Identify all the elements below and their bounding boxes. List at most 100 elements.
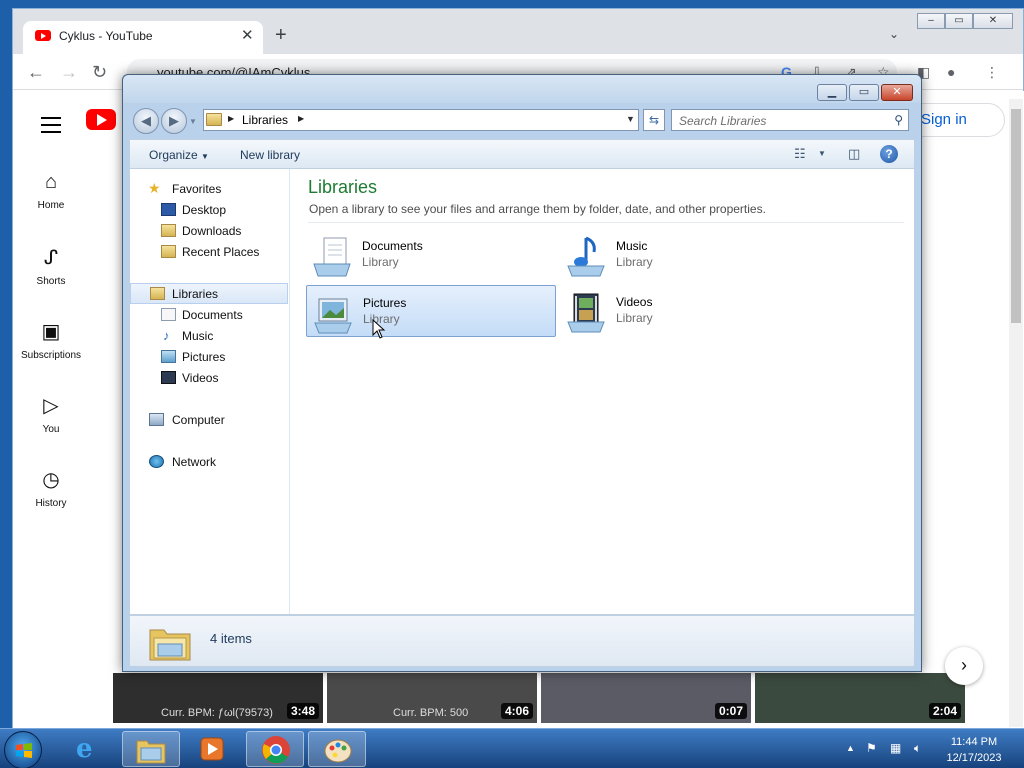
libraries-folder-icon: [206, 113, 222, 126]
explorer-close-button[interactable]: ✕: [881, 84, 913, 101]
media-player-icon: [200, 737, 224, 761]
back-icon[interactable]: ◀: [133, 108, 159, 134]
show-hidden-icons-icon[interactable]: ▲: [846, 743, 855, 753]
nav-item-favorites[interactable]: ★ Favorites: [130, 179, 288, 200]
video-thumbnail[interactable]: Curr. BPM: ƒωl(79573) 3:48: [113, 673, 323, 723]
video-duration: 0:07: [714, 703, 747, 719]
sidebar-item-you[interactable]: ▷ You: [13, 393, 89, 435]
sidebar-item-subscriptions[interactable]: ▣ Subscriptions: [13, 319, 89, 361]
explorer-maximize-button[interactable]: ▭: [849, 84, 879, 101]
nav-label: Videos: [182, 371, 219, 385]
nav-item-downloads[interactable]: Downloads: [130, 221, 288, 242]
nav-item-music[interactable]: ♪ Music: [130, 326, 288, 347]
video-thumbnail[interactable]: 2:04: [755, 673, 965, 723]
forward-icon[interactable]: →: [60, 62, 78, 83]
sidebar-item-shorts[interactable]: ᔑ Shorts: [13, 245, 89, 287]
youtube-logo-icon[interactable]: [86, 109, 116, 130]
address-dropdown-icon[interactable]: ▼: [626, 114, 635, 124]
videos-library-icon: [567, 293, 605, 333]
system-clock[interactable]: 11:44 PM 12/17/2023: [932, 734, 1016, 766]
library-item-documents[interactable]: Documents Library: [306, 229, 556, 281]
paint-icon: [324, 739, 352, 763]
search-icon[interactable]: ⚲: [894, 113, 903, 127]
profile-icon[interactable]: ●: [947, 64, 955, 80]
view-dropdown-icon[interactable]: ▼: [818, 149, 826, 158]
help-icon[interactable]: ?: [880, 145, 898, 163]
nav-label: Computer: [172, 413, 225, 427]
nav-item-pictures[interactable]: Pictures: [130, 347, 288, 368]
history-icon: ◷: [42, 469, 60, 491]
hamburger-menu-icon[interactable]: [41, 117, 61, 138]
page-subtitle: Open a library to see your files and arr…: [309, 202, 766, 216]
taskbar-media-player[interactable]: [184, 731, 242, 767]
tab-close-icon[interactable]: ✕: [241, 26, 254, 44]
start-button[interactable]: [4, 731, 42, 768]
library-name: Videos: [616, 295, 653, 309]
you-icon: ▷: [43, 395, 59, 417]
scrollbar-thumb[interactable]: [1011, 109, 1021, 323]
organize-button[interactable]: Organize ▼: [149, 148, 209, 162]
back-icon[interactable]: ←: [27, 62, 45, 83]
breadcrumb-arrow-icon[interactable]: ▶: [228, 114, 234, 123]
new-tab-button[interactable]: +: [275, 24, 287, 47]
mouse-cursor-icon: [372, 319, 386, 339]
chrome-menu-icon[interactable]: ⋮: [985, 64, 999, 81]
chrome-maximize-button[interactable]: ▭: [945, 13, 973, 29]
explorer-window: ▁ ▭ ✕ ◀ ▶ ▼ ▶ Libraries ▶ ▼ ⇆ Search Lib…: [122, 74, 922, 672]
recent-pages-chevron-icon[interactable]: ▼: [189, 117, 197, 126]
reload-icon[interactable]: ↻: [92, 62, 107, 83]
library-item-pictures[interactable]: Pictures Library: [306, 285, 556, 337]
library-name: Pictures: [363, 296, 407, 310]
taskbar-windows-explorer[interactable]: [122, 731, 180, 767]
nav-item-computer[interactable]: Computer: [130, 410, 288, 431]
recent-places-icon: [161, 245, 176, 258]
item-count: 4 items: [210, 631, 252, 646]
video-duration: 2:04: [928, 703, 961, 719]
library-item-videos[interactable]: Videos Library: [560, 285, 810, 337]
search-placeholder: Search Libraries: [679, 114, 767, 128]
new-library-button[interactable]: New library: [240, 148, 300, 162]
breadcrumb-arrow-icon[interactable]: ▶: [298, 114, 304, 123]
chrome-close-button[interactable]: ✕: [973, 13, 1013, 29]
nav-item-libraries[interactable]: Libraries: [130, 283, 288, 304]
video-overlay-text: Curr. BPM: 500: [393, 707, 469, 719]
forward-icon[interactable]: ▶: [161, 108, 187, 134]
taskbar-paint[interactable]: [308, 731, 366, 767]
sidebar-item-label: History: [35, 498, 67, 509]
sidebar-item-home[interactable]: ⌂ Home: [13, 171, 89, 211]
nav-item-documents[interactable]: Documents: [130, 305, 288, 326]
refresh-button[interactable]: ⇆: [643, 109, 665, 131]
sidebar-item-history[interactable]: ◷ History: [13, 467, 89, 509]
address-bar[interactable]: ▶ Libraries ▶ ▼: [203, 109, 639, 131]
breadcrumb[interactable]: Libraries: [242, 113, 288, 127]
network-tray-icon[interactable]: ▦: [890, 741, 901, 755]
video-thumbnail[interactable]: Curr. BPM: 500 4:06: [327, 673, 537, 723]
taskbar-chrome[interactable]: [246, 731, 304, 767]
nav-item-network[interactable]: Network: [130, 452, 288, 473]
videos-icon: [161, 371, 176, 384]
chrome-minimize-button[interactable]: –: [917, 13, 945, 29]
browser-tab[interactable]: Cyklus - YouTube ✕: [23, 21, 263, 54]
nav-label: Desktop: [182, 203, 227, 217]
nav-item-desktop[interactable]: Desktop: [130, 200, 288, 221]
tab-search-icon[interactable]: ⌄: [889, 27, 899, 41]
explorer-titlebar[interactable]: ▁ ▭ ✕: [123, 75, 921, 103]
downloads-folder-icon: [161, 224, 176, 237]
video-thumbnail[interactable]: 0:07: [541, 673, 751, 723]
nav-label: Documents: [182, 308, 243, 322]
documents-icon: [161, 308, 176, 321]
pictures-icon: [161, 350, 176, 363]
change-view-icon[interactable]: ☷: [794, 146, 806, 162]
video-overlay-text: Curr. BPM: ƒωl(79573): [161, 707, 273, 719]
action-center-flag-icon[interactable]: ⚑: [866, 741, 877, 755]
preview-pane-icon[interactable]: ◫: [848, 146, 860, 162]
library-item-music[interactable]: Music Library: [560, 229, 810, 281]
volume-muted-icon[interactable]: 🔈︎: [914, 741, 921, 756]
carousel-next-button[interactable]: ›: [945, 647, 983, 685]
sidebar-item-label: Subscriptions: [20, 350, 82, 361]
search-input[interactable]: Search Libraries ⚲: [671, 109, 909, 131]
explorer-minimize-button[interactable]: ▁: [817, 84, 847, 101]
nav-item-videos[interactable]: Videos: [130, 368, 288, 389]
nav-item-recent-places[interactable]: Recent Places: [130, 242, 288, 263]
taskbar-internet-explorer[interactable]: e: [60, 731, 118, 767]
